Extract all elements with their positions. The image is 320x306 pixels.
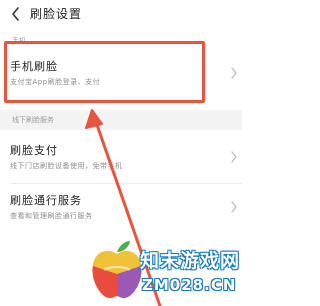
back-arrow-icon[interactable] <box>10 6 22 22</box>
watermark: 知末游戏网 ZM028.CN <box>84 236 242 306</box>
list-item-face-pay[interactable]: 刷脸支付 线下门店刷脸设备使用，免带手机 <box>0 136 242 180</box>
chevron-right-icon <box>231 201 237 213</box>
list-item-subtitle: 查看和管理刷脸通行服务 <box>10 212 93 220</box>
chevron-right-icon <box>231 67 237 79</box>
section-label-offline: 线下刷脸服务 <box>12 116 54 124</box>
list-item-title: 刷脸支付 <box>10 144 58 157</box>
page-title: 刷脸设置 <box>30 7 83 21</box>
header-bar: 刷脸设置 <box>0 0 242 30</box>
list-item-subtitle: 线下门店刷脸设备使用，免带手机 <box>10 162 123 170</box>
watermark-domain: ZM028.CN <box>142 276 237 294</box>
row-divider <box>10 183 242 184</box>
list-item-face-pass-service[interactable]: 刷脸通行服务 查看和管理刷脸通行服务 <box>0 186 242 230</box>
chevron-right-icon <box>231 151 237 163</box>
watermark-title: 知末游戏网 <box>140 250 241 272</box>
highlight-annotation-box <box>4 41 205 103</box>
list-item-title: 刷脸通行服务 <box>10 194 82 207</box>
